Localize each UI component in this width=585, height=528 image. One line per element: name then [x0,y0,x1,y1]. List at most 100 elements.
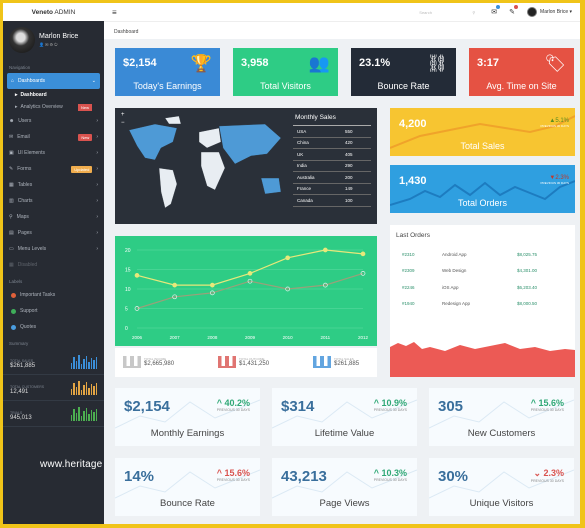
zoom-in-button[interactable]: + [121,112,125,118]
brand-logo[interactable]: Veneto ADMIN [3,9,104,16]
stat-sub: PREVIOUS 30 DAYS [216,408,250,412]
bar [75,413,77,421]
data-point[interactable] [360,251,366,257]
sidebar-item-tables[interactable]: ▦ Tables › [3,177,104,193]
stat-tile[interactable]: 3,958 Total Visitors 👥 [233,48,338,96]
stat-value: 305 [438,398,464,415]
line-chart: 0 5 10 15 20 2006 2007 2008 2009 2010 2011 2012 [125,247,369,340]
stat-label: Page Views [319,498,370,509]
data-point[interactable] [134,272,140,278]
label-item[interactable]: Support [3,303,104,319]
stat-value: 30% [438,468,469,485]
country: UK [297,151,304,157]
sidebar-item-disabled[interactable]: ▦ Disabled [3,257,104,273]
summary-item: TOTAL CUSTOMERS 12,491 [3,375,104,401]
sidebar-item-dashboards[interactable]: ⌂ Dashboards ⌄ [7,73,100,89]
subnav-item[interactable]: ▸ Analytics Overview New [3,101,104,113]
data-point[interactable] [247,271,253,276]
mini-stats-bar: TOTAL INCOME $2,665,980 TOTAL OUTCOME $1,43… [115,348,377,377]
order-row[interactable]: #2309 Web Design $4,301.00 [390,263,575,280]
sidebar-item-label: Maps [16,214,29,220]
order-row[interactable]: #2310 Android App $8,025.75 [390,246,575,263]
stat-value: $2,154 [124,398,170,415]
arrow-down-icon: ⌄ [533,468,544,478]
sidebar-item-email[interactable]: ✉ Email New › [3,129,104,145]
bar [88,388,90,395]
sidebar-item-charts[interactable]: ▥ Charts › [3,193,104,209]
user-menu[interactable]: Marlon Brice ▾ [527,7,572,17]
stat-tile[interactable]: 23.1% Bounce Rate ⛓ [351,48,456,96]
order-product: Redesign App [442,301,471,307]
summary-bar-chart [70,355,97,369]
sidebar-item-menu-levels[interactable]: ▭ Menu Levels › [3,241,104,257]
bar [85,382,87,395]
bar [83,411,85,421]
menu-toggle-icon[interactable]: ≡ [112,8,117,17]
sidebar-item-label: UI Elements [17,150,45,156]
sidebar-item-ui-elements[interactable]: ▣ UI Elements › [3,145,104,161]
order-id: #1940 [402,301,415,307]
search-placeholder: Search [419,9,432,15]
sidebar-item-maps[interactable]: ⚲ Maps › [3,209,104,225]
summary-value: 945,013 [10,415,32,421]
table-row: India 290 [293,161,371,172]
order-row[interactable]: #2246 iOS App $6,203.40 [390,279,575,296]
order-id: #2310 [402,251,415,257]
stat-change: ^ 40.2% PREVIOUS 30 DAYS [217,398,250,412]
zoom-out-button[interactable]: − [121,120,125,126]
y-tick-label: 0 [125,326,128,332]
stat-tile[interactable]: $2,154 Today's Earnings 🏆 [115,48,220,96]
trophy-icon: 🏆 [190,54,212,73]
monthly-sales-table: Monthly Sales USA 550 China 420 UK 405 India 29… [293,112,371,207]
bar [80,364,82,369]
chevron-right-icon: › [96,118,98,124]
notifications-icon[interactable]: ✎ [509,5,519,16]
stat-change: ^ 10.9% PREVIOUS 30 DAYS [374,398,407,412]
nav-heading: Navigation [9,65,31,70]
bar [75,361,77,369]
total-orders-card: 1,430 ▼2.3% PREVIOUS 30 DAYS Total Orders [390,165,575,213]
x-tick-label: 2010 [283,335,294,340]
caret-icon: ▸ [15,104,18,110]
profile-avatar[interactable] [9,27,35,53]
stat-label: Unique Visitors [469,498,534,509]
data-point[interactable] [209,282,215,288]
stat-tile[interactable]: 3:17 Avg. Time on Site 🏷 [469,48,574,96]
caret-icon: ▸ [15,92,18,98]
stat-label: Bounce Rate [160,498,215,509]
data-point[interactable] [285,255,291,261]
summary-heading: Summary [9,341,29,346]
summary-bar-chart [70,381,97,395]
stat-change: ^ 15.6% PREVIOUS 30 DAYS [217,468,250,482]
world-map[interactable]: + − [115,108,295,224]
stat-card: 30% ⌄ 2.3% PREVIOUS 30 DAYS Unique Visitors [429,458,574,516]
sales-value: 290 [345,163,353,169]
sidebar-item-pages[interactable]: ▤ Pages › [3,225,104,241]
bar [90,358,92,369]
order-row[interactable]: #1940 Redesign App $8,000.50 [390,296,575,313]
sales-value: 200 [345,174,353,180]
profile: Marlon Brice 👤 ✉ ⚙ ⏻ [3,21,104,59]
badge: New [78,133,93,141]
y-tick-label: 10 [125,287,131,293]
chevron-right-icon: › [96,214,98,220]
sidebar-item-users[interactable]: ☻ Users › [3,113,104,129]
file-icon: ▤ [9,230,14,236]
summary-item: TRIALS 945,013 [3,401,104,427]
search-input[interactable]: Search ⚲ [419,10,479,15]
sidebar-item-forms[interactable]: ✎ Forms Updated › [3,161,104,177]
data-point[interactable] [322,247,328,253]
stat-value: 43,213 [281,468,327,485]
users-icon: 👥 [308,54,330,73]
user-icon: ☻ [9,118,15,124]
profile-actions-icons[interactable]: 👤 ✉ ⚙ ⏻ [39,42,78,47]
search-icon[interactable]: ⚲ [472,10,475,15]
data-point[interactable] [172,282,178,288]
messages-icon[interactable]: ✉ [491,5,501,16]
label-item[interactable]: Important Tasks [3,287,104,303]
total-sales-label: Total Sales [460,141,505,151]
breadcrumb[interactable]: Dashboard [104,21,580,39]
stat-sub: PREVIOUS 30 DAYS [216,478,250,482]
subnav-item[interactable]: ▸ Dashboard [3,89,104,101]
label-item[interactable]: Quotes [3,319,104,335]
